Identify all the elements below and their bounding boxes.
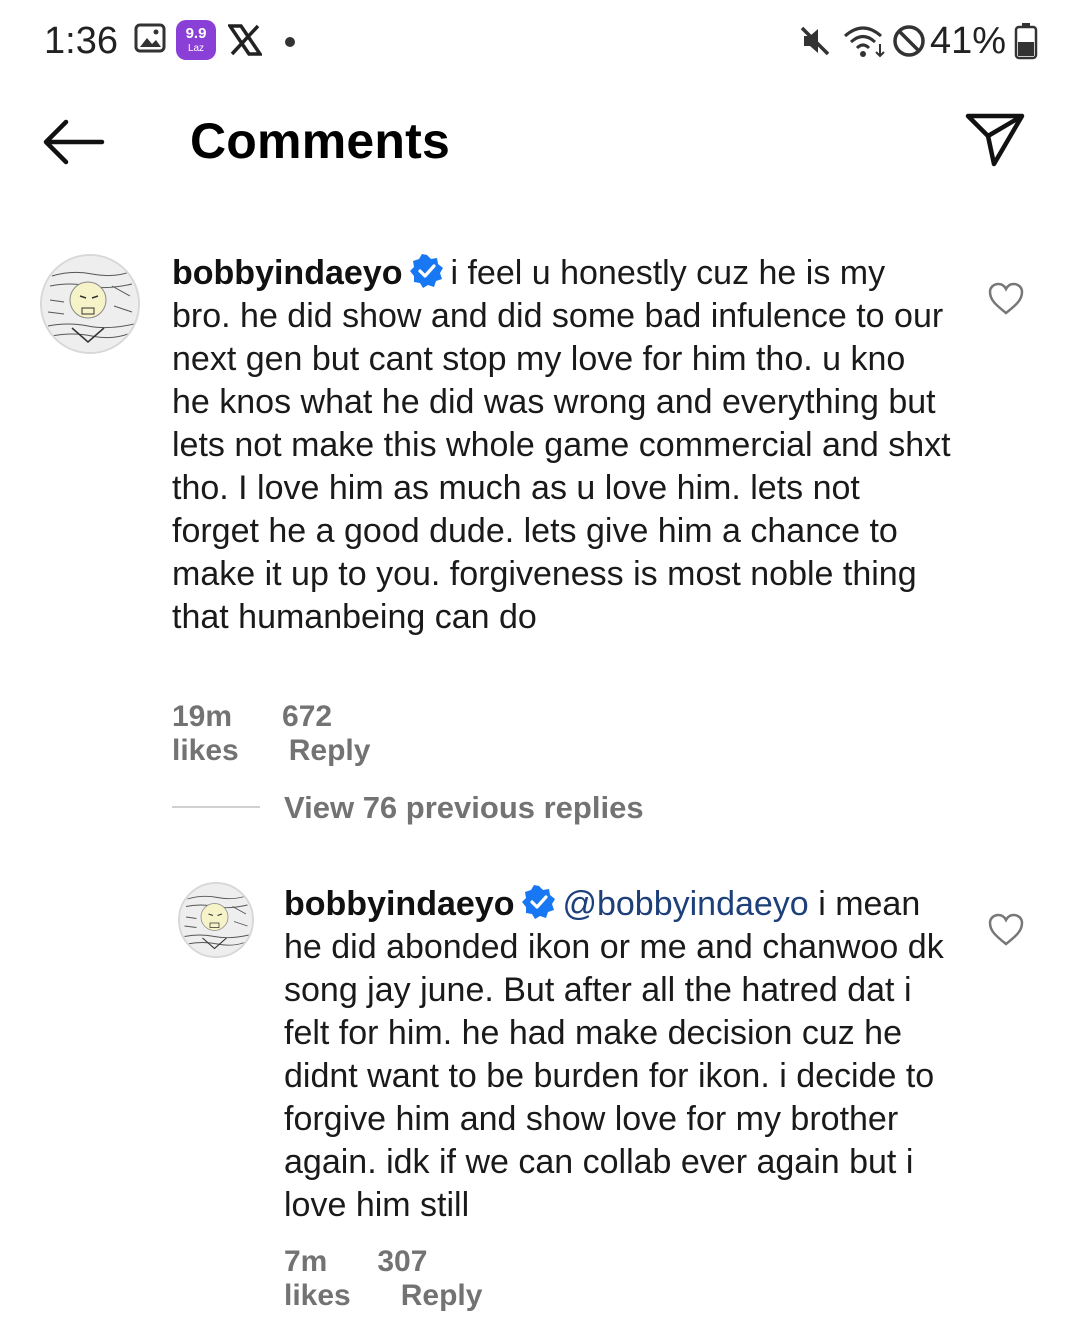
avatar[interactable] — [178, 882, 254, 958]
comment-body: bobbyindaeyo i feel u honestly cuz he is… — [172, 252, 952, 639]
gallery-icon — [134, 23, 166, 53]
mention-link[interactable]: @bobbyindaeyo — [562, 885, 808, 923]
battery-icon — [1014, 23, 1038, 60]
x-icon — [228, 24, 262, 56]
status-bar: 1:36 9.9 Laz 41% — [0, 0, 1076, 80]
like-heart-icon[interactable] — [988, 913, 1024, 947]
reply-time: 7m — [284, 1245, 328, 1278]
page-title: Comments — [190, 113, 450, 169]
avatar[interactable] — [40, 254, 140, 354]
arrow-left-icon[interactable] — [40, 112, 106, 172]
verified-badge-icon — [522, 885, 556, 919]
lazada-badge-number: 9.9 — [185, 25, 207, 42]
lazada-icon: 9.9 Laz — [176, 20, 216, 60]
send-icon[interactable] — [964, 110, 1026, 170]
comment-meta: 19m 672 likes Reply — [172, 700, 420, 768]
avatar-sketch-image — [180, 884, 252, 956]
reply-text: i mean he did abonded ikon or me and cha… — [284, 885, 944, 1224]
reply-button[interactable]: Reply — [289, 734, 371, 767]
comments-header: Comments — [0, 90, 1076, 190]
reply-meta: 7m 307 likes Reply — [284, 1245, 532, 1313]
comment-text: i feel u honestly cuz he is my bro. he d… — [172, 254, 951, 636]
replies-divider — [172, 806, 260, 808]
do-not-disturb-icon — [893, 25, 925, 57]
view-replies-label[interactable]: View 76 previous replies — [284, 790, 644, 826]
verified-badge-icon — [410, 254, 444, 288]
battery-percent: 41% — [929, 20, 1006, 62]
status-time: 1:36 — [44, 20, 118, 62]
reply-button[interactable]: Reply — [401, 1279, 483, 1312]
reply-comment-body: bobbyindaeyo @bobbyindaeyo i mean he did… — [284, 883, 956, 1227]
lazada-badge-label: Laz — [187, 43, 205, 54]
avatar-sketch-image — [42, 256, 138, 352]
mute-icon — [800, 26, 830, 56]
comment-username[interactable]: bobbyindaeyo — [172, 254, 402, 292]
like-heart-icon[interactable] — [988, 282, 1024, 316]
comment-time: 19m — [172, 700, 233, 733]
wifi-icon — [844, 26, 885, 58]
reply-username[interactable]: bobbyindaeyo — [284, 885, 514, 923]
dot-icon — [285, 37, 295, 47]
